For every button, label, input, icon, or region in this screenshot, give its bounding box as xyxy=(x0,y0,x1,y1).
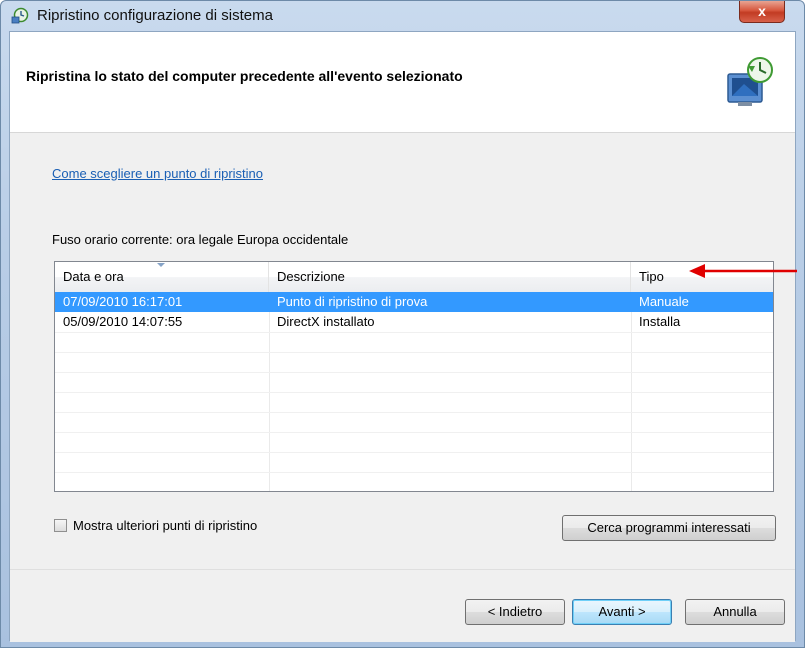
row-description: DirectX installato xyxy=(277,314,375,329)
footer-panel xyxy=(10,569,795,642)
system-restore-icon xyxy=(11,7,29,24)
row-divider xyxy=(55,432,773,433)
row-divider xyxy=(55,452,773,453)
row-divider xyxy=(55,372,773,373)
column-header-description[interactable]: Descrizione xyxy=(269,262,631,292)
row-divider xyxy=(55,472,773,473)
row-date: 07/09/2010 16:17:01 xyxy=(63,294,183,309)
row-divider xyxy=(55,392,773,393)
cancel-button[interactable]: Annulla xyxy=(685,599,785,625)
system-restore-window: Ripristino configurazione di sistema x R… xyxy=(0,0,805,648)
row-divider xyxy=(55,412,773,413)
sort-arrow-icon xyxy=(157,263,165,267)
row-type: Installa xyxy=(639,314,681,329)
timezone-label: Fuso orario corrente: ora legale Europa … xyxy=(52,232,349,247)
window-title: Ripristino configurazione di sistema xyxy=(37,7,273,24)
page-title: Ripristina lo stato del computer precede… xyxy=(26,68,463,84)
show-more-checkbox[interactable] xyxy=(54,519,67,532)
table-row[interactable]: 07/09/2010 16:17:01 Punto di ripristino … xyxy=(55,292,773,312)
table-row[interactable]: 05/09/2010 14:07:55 DirectX installato I… xyxy=(55,312,773,332)
row-description: Punto di ripristino di prova xyxy=(277,294,428,309)
row-divider xyxy=(55,332,773,333)
annotation-arrow-icon xyxy=(689,264,797,278)
show-more-label[interactable]: Mostra ulteriori punti di ripristino xyxy=(73,518,257,533)
row-divider xyxy=(55,352,773,353)
help-link[interactable]: Come scegliere un punto di ripristino xyxy=(52,166,263,181)
restore-points-list[interactable]: Data e ora Descrizione Tipo 07/09/2010 1… xyxy=(54,261,774,492)
dialog-client: Ripristina lo stato del computer precede… xyxy=(9,31,796,642)
back-button[interactable]: < Indietro xyxy=(465,599,565,625)
system-restore-icon xyxy=(727,57,773,106)
next-button[interactable]: Avanti > xyxy=(572,599,672,625)
close-button[interactable]: x xyxy=(739,1,785,23)
title-bar[interactable]: Ripristino configurazione di sistema x xyxy=(1,1,804,31)
scan-affected-programs-button[interactable]: Cerca programmi interessati xyxy=(562,515,776,541)
row-date: 05/09/2010 14:07:55 xyxy=(63,314,183,329)
header-panel: Ripristina lo stato del computer precede… xyxy=(10,32,795,133)
row-type: Manuale xyxy=(639,294,689,309)
list-header: Data e ora Descrizione Tipo xyxy=(55,262,773,293)
